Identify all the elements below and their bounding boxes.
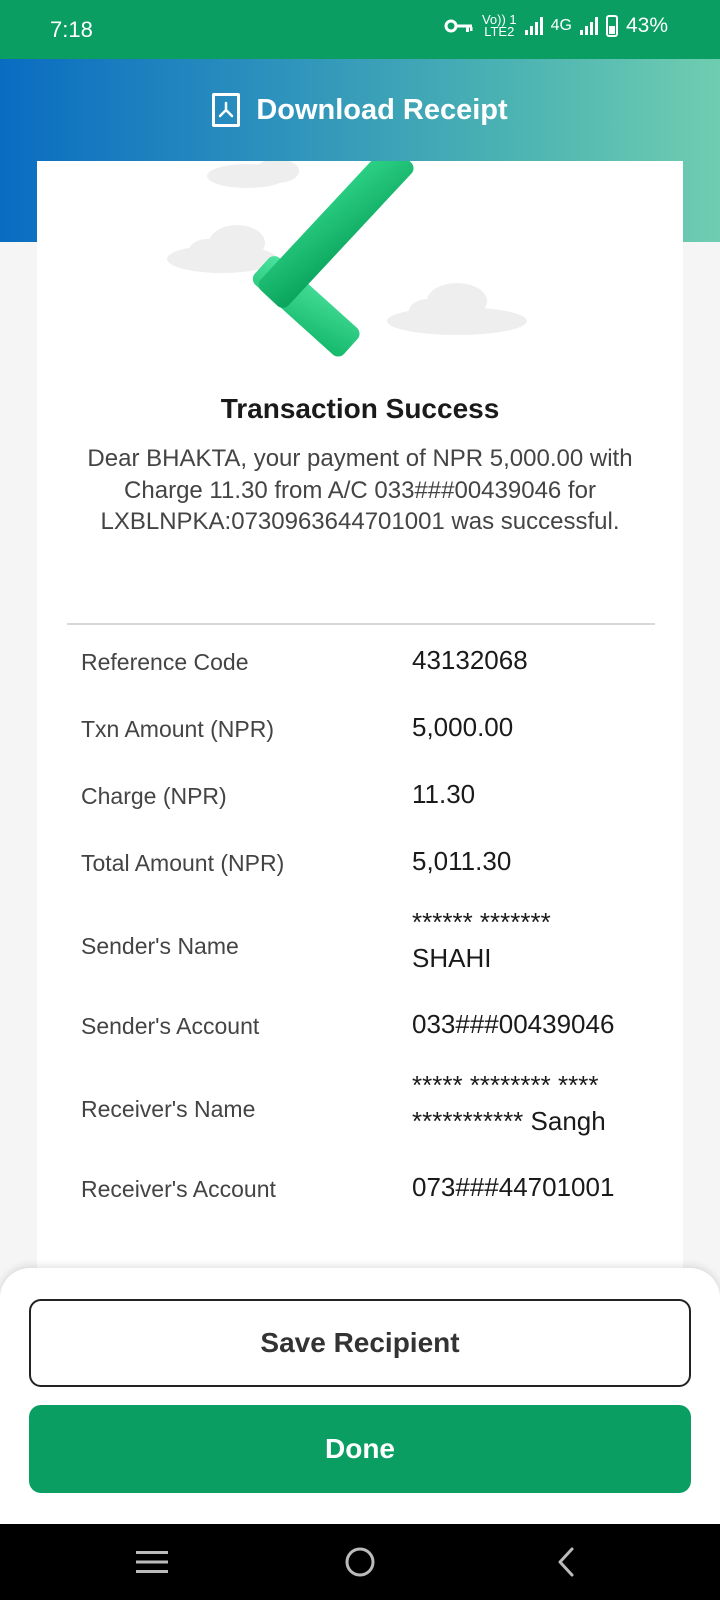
download-receipt-button[interactable]: Download Receipt (0, 93, 720, 127)
detail-row-charge: Charge (NPR) 11.30 (81, 775, 661, 815)
detail-label: Sender's Account (81, 1013, 260, 1039)
detail-row-reference-code: Reference Code 43132068 (81, 641, 661, 681)
back-button[interactable] (516, 1524, 616, 1600)
network-type: 4G (550, 17, 572, 34)
detail-row-sender-account: Sender's Account 033###00439046 (81, 1005, 661, 1045)
detail-row-total-amount: Total Amount (NPR) 5,011.30 (81, 842, 661, 882)
detail-value: 033###00439046 (412, 1009, 615, 1039)
done-button[interactable]: Done (29, 1405, 691, 1493)
detail-label: Sender's Name (81, 933, 239, 959)
detail-value: 073###44701001 (412, 1172, 615, 1202)
header-title: Download Receipt (256, 93, 508, 126)
detail-row-sender-name: Sender's Name ****** ******* SHAHI (81, 903, 661, 981)
detail-value-line2: SHAHI (412, 943, 492, 973)
status-time: 7:18 (50, 17, 93, 42)
vpn-key-icon (444, 19, 473, 33)
detail-label: Receiver's Account (81, 1176, 276, 1202)
detail-value: 5,011.30 (412, 846, 512, 876)
signal-icon-2 (579, 17, 598, 35)
detail-label: Charge (NPR) (81, 783, 227, 809)
status-icons: Vo)) 1 LTE2 4G 43% (444, 12, 668, 39)
detail-value-line1: ****** ******* (412, 907, 551, 937)
divider (67, 623, 655, 625)
back-icon (558, 1547, 574, 1577)
detail-value: 11.30 (412, 779, 476, 809)
receipt-card: Transaction Success Dear BHAKTA, your pa… (37, 161, 683, 1271)
recent-apps-button[interactable] (102, 1524, 202, 1600)
detail-label: Receiver's Name (81, 1096, 256, 1122)
transaction-message: Dear BHAKTA, your payment of NPR 5,000.0… (87, 445, 633, 535)
detail-value: 5,000.00 (412, 712, 514, 742)
action-sheet: Save Recipient Done (0, 1268, 720, 1524)
transaction-status-title: Transaction Success (220, 393, 500, 424)
save-recipient-button[interactable]: Save Recipient (29, 1299, 691, 1387)
detail-label: Reference Code (81, 649, 249, 675)
detail-value-line2: *********** Sangh (412, 1106, 606, 1136)
signal-icon (524, 17, 543, 35)
home-button[interactable] (310, 1524, 410, 1600)
home-icon (345, 1547, 375, 1577)
detail-label: Txn Amount (NPR) (81, 716, 274, 742)
recent-apps-icon (136, 1551, 168, 1573)
checkmark-icon (252, 161, 414, 357)
detail-value: 43132068 (412, 645, 528, 675)
battery-percent: 43% (625, 14, 668, 37)
detail-row-txn-amount: Txn Amount (NPR) 5,000.00 (81, 708, 661, 748)
detail-row-receiver-name: Receiver's Name ***** ******** **** ****… (81, 1066, 661, 1144)
volte-indicator: Vo)) 1 LTE2 (481, 12, 517, 39)
battery-icon (605, 15, 618, 37)
system-nav-bar (0, 1524, 720, 1600)
status-bar: 7:18 Vo)) 1 LTE2 4G 43% (0, 0, 720, 59)
detail-label: Total Amount (NPR) (81, 850, 285, 876)
success-illustration (167, 161, 527, 357)
pdf-file-icon (212, 93, 241, 127)
detail-row-receiver-account: Receiver's Account 073###44701001 (81, 1168, 661, 1208)
detail-value-line1: ***** ******** **** (412, 1070, 599, 1100)
